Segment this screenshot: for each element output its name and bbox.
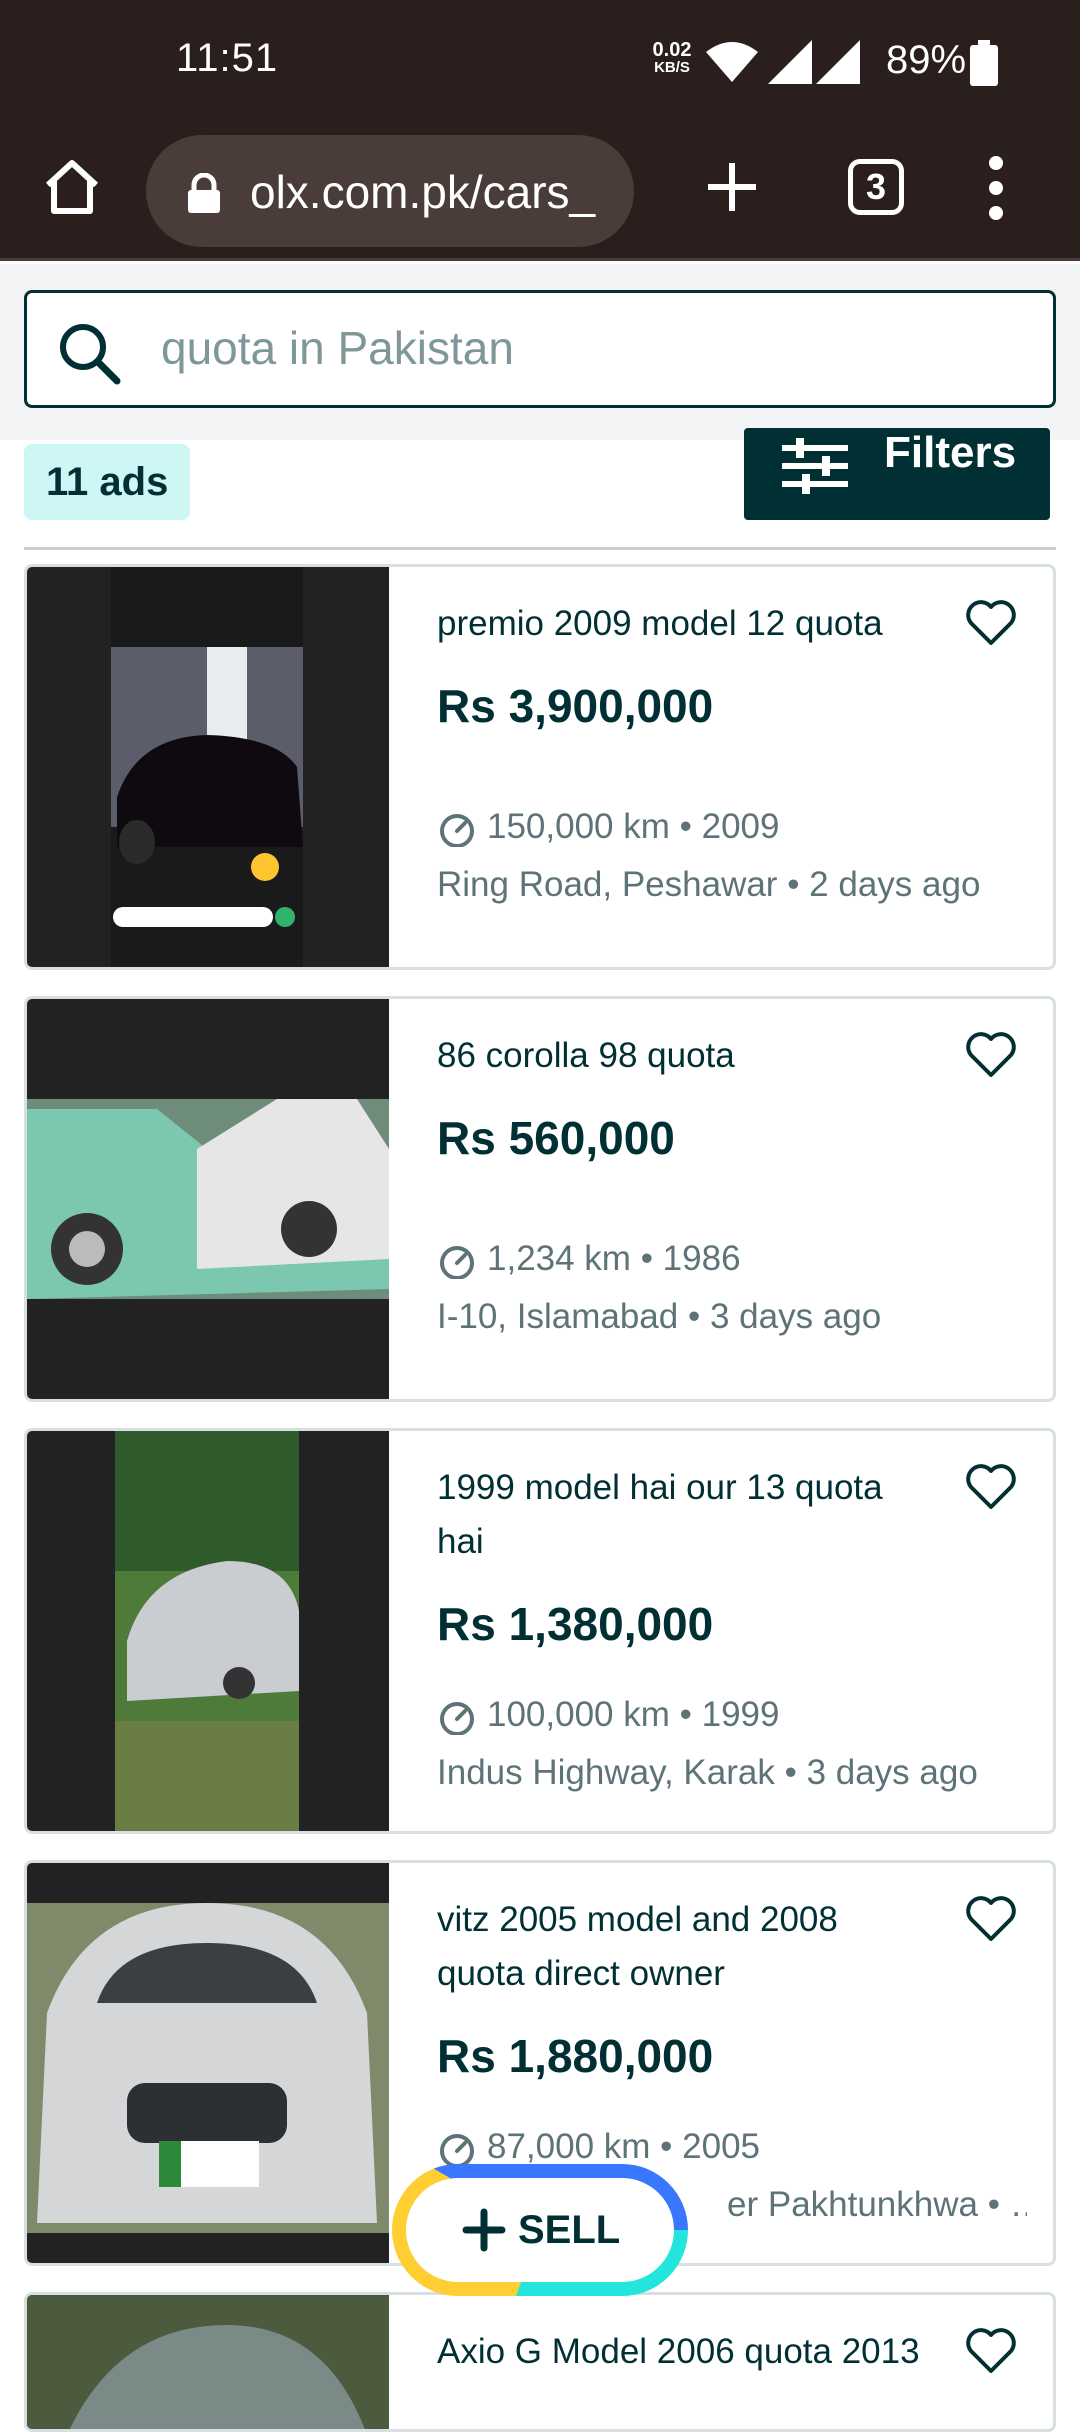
separator-dot: • (678, 1297, 710, 1336)
favorite-heart-icon[interactable] (965, 599, 1017, 647)
search-input[interactable] (161, 321, 1021, 375)
status-bar: 11:51 0.02 KB/S 89% (0, 0, 1080, 125)
separator-dot: • (669, 807, 702, 846)
listing-photo (27, 2295, 389, 2429)
listing-photo (27, 567, 389, 967)
listing-location: Ring Road, Peshawar (437, 865, 778, 904)
listing-card[interactable]: premio 2009 model 12 quota Rs 3,900,000 … (24, 564, 1056, 970)
listing-year: 1999 (701, 1695, 780, 1734)
listing-title: premio 2009 model 12 quota (437, 604, 883, 643)
listing-location-row: I-10, Islamabad • 3 days ago (437, 1297, 1017, 1337)
new-tab-icon[interactable] (700, 155, 764, 219)
more-menu-icon[interactable] (978, 153, 1014, 223)
listing-age: 3 days ago (709, 1297, 882, 1336)
wifi-icon (706, 42, 758, 82)
listing-meta: 100,000 km • 1999 (437, 1695, 779, 1735)
signal-icon-2 (816, 40, 860, 84)
plus-icon (462, 2208, 506, 2252)
speedometer-icon (440, 2133, 474, 2167)
listing-year: 2009 (701, 807, 780, 846)
battery-percent: 89% (886, 38, 967, 82)
listing-location: Indus Highway, Karak (437, 1753, 775, 1792)
battery-icon (970, 40, 998, 86)
listing-meta: 150,000 km • 2009 (437, 807, 779, 847)
listing-price: Rs 1,880,000 (437, 2030, 714, 2082)
filters-icon (782, 438, 848, 494)
favorite-heart-icon[interactable] (965, 1031, 1017, 1079)
ads-count-badge: 11 ads (24, 444, 191, 520)
listing-title: Axio G Model 2006 quota 2013 (437, 2332, 920, 2371)
listing-location-row: Ring Road, Peshawar • 2 days ago (437, 865, 1017, 905)
lock-icon (188, 173, 220, 213)
listing-meta: 1,234 km • 1986 (437, 1239, 741, 1279)
network-speed: 0.02 KB/S (642, 40, 702, 76)
browser-toolbar: olx.com.pk/cars_ 3 (0, 125, 1080, 261)
network-speed-value: 0.02 (652, 39, 692, 61)
sell-label: SELL (518, 2208, 621, 2252)
filters-label: Filters (884, 428, 1017, 477)
listing-age: 2 days ago (809, 865, 981, 904)
listing-title: 86 corolla 98 quota (437, 1036, 735, 1075)
favorite-heart-icon[interactable] (965, 1895, 1017, 1943)
separator-dot: • (650, 2127, 683, 2166)
search-icon (60, 324, 121, 385)
listing-card[interactable]: 86 corolla 98 quota Rs 560,000 1,234 km … (24, 996, 1056, 1402)
divider (24, 547, 1056, 550)
listing-km: 87,000 km (487, 2127, 651, 2166)
separator-dot: • (774, 1753, 807, 1792)
listing-card[interactable]: 1999 model hai our 13 quota hai Rs 1,380… (24, 1428, 1056, 1834)
listing-year: 1986 (662, 1239, 741, 1278)
listing-photo (27, 1863, 389, 2263)
filters-button[interactable]: Filters (744, 428, 1050, 520)
listing-title: 1999 model hai our 13 quota hai (437, 1468, 883, 1561)
listing-photo (27, 1431, 389, 1831)
speedometer-icon (440, 1701, 474, 1735)
listing-km: 100,000 km (487, 1695, 670, 1734)
results-toolbar: 11 ads Filters (0, 428, 1080, 550)
separator-dot: • (630, 1239, 663, 1278)
url-text: olx.com.pk/cars_ (250, 166, 596, 218)
listing-location-row: Indus Highway, Karak • 3 days ago (437, 1753, 1017, 1793)
home-icon[interactable] (40, 155, 104, 219)
listing-price: Rs 1,380,000 (437, 1598, 714, 1650)
speedometer-icon (440, 1245, 474, 1279)
listing-price: Rs 560,000 (437, 1112, 675, 1164)
tab-switcher-button[interactable]: 3 (848, 159, 904, 215)
signal-icon (768, 40, 812, 84)
address-bar[interactable]: olx.com.pk/cars_ (146, 135, 634, 247)
sell-button[interactable]: SELL (392, 2164, 688, 2296)
speedometer-icon (440, 813, 474, 847)
favorite-heart-icon[interactable] (965, 1463, 1017, 1511)
listing-age: 3 days ago (806, 1753, 978, 1792)
sell-button-inner: SELL (406, 2178, 674, 2282)
clock: 11:51 (176, 36, 279, 80)
separator-dot: • (777, 865, 810, 904)
listing-meta: 87,000 km • 2005 (437, 2127, 760, 2167)
listing-age: … (1010, 2185, 1027, 2224)
separator-dot: • (977, 2185, 1010, 2224)
listing-price: Rs 3,900,000 (437, 680, 714, 732)
search-box[interactable] (24, 290, 1056, 408)
listing-title: vitz 2005 model and 2008 quota direct ow… (437, 1900, 838, 1993)
search-area (0, 264, 1080, 440)
listing-photo (27, 999, 389, 1399)
network-speed-unit: KB/S (654, 59, 690, 76)
listing-location: er Pakhtunkhwa (727, 2185, 978, 2224)
listing-km: 1,234 km (487, 1239, 631, 1278)
listing-year: 2005 (682, 2127, 761, 2166)
listing-card[interactable]: Axio G Model 2006 quota 2013 (24, 2292, 1056, 2432)
separator-dot: • (669, 1695, 702, 1734)
listing-km: 150,000 km (487, 807, 670, 846)
favorite-heart-icon[interactable] (965, 2327, 1017, 2375)
listing-location-row: er Pakhtunkhwa • … (727, 2185, 1027, 2225)
listing-location: I-10, Islamabad (437, 1297, 679, 1336)
